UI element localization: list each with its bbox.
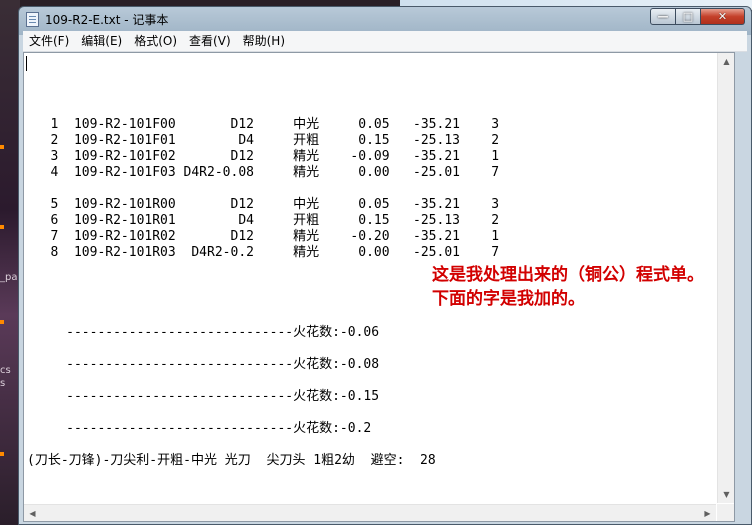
desktop-icon-marker bbox=[0, 145, 4, 149]
menu-help[interactable]: 帮助(H) bbox=[237, 31, 291, 51]
desktop-label: _pa bbox=[0, 272, 18, 283]
window-title: 109-R2-E.txt - 记事本 bbox=[45, 13, 169, 27]
menu-format[interactable]: 格式(O) bbox=[128, 31, 183, 51]
close-button[interactable]: ✕ bbox=[701, 8, 745, 25]
horizontal-scrollbar[interactable]: ◀ ▶ bbox=[24, 504, 716, 521]
maximize-button[interactable]: □ bbox=[676, 8, 701, 25]
editor-client-area: 1 109-R2-101F00 D12 中光 0.05 -35.21 3 2 1… bbox=[23, 52, 735, 522]
caption-buttons: — □ ✕ bbox=[650, 8, 745, 26]
scroll-left-arrow-icon[interactable]: ◀ bbox=[24, 505, 41, 522]
close-icon: ✕ bbox=[717, 10, 728, 23]
menu-edit[interactable]: 编辑(E) bbox=[75, 31, 128, 51]
menu-bar: 文件(F) 编辑(E) 格式(O) 查看(V) 帮助(H) bbox=[23, 31, 747, 52]
size-grip[interactable] bbox=[717, 504, 734, 521]
scroll-up-arrow-icon[interactable]: ▲ bbox=[718, 53, 735, 70]
scroll-down-arrow-icon[interactable]: ▼ bbox=[718, 486, 735, 503]
red-annotation-text: 这是我处理出来的（铜公）程式单。下面的字是我加的。 bbox=[432, 265, 704, 309]
maximize-icon: □ bbox=[682, 10, 694, 23]
title-bar[interactable]: 109-R2-E.txt - 记事本 — □ ✕ bbox=[19, 7, 751, 31]
desktop-label: cs bbox=[0, 365, 11, 376]
document-text[interactable]: 1 109-R2-101F00 D12 中光 0.05 -35.21 3 2 1… bbox=[27, 85, 499, 469]
desktop-icon-marker bbox=[0, 452, 4, 456]
menu-file[interactable]: 文件(F) bbox=[23, 31, 75, 51]
text-caret bbox=[26, 56, 27, 71]
text-editor[interactable]: 1 109-R2-101F00 D12 中光 0.05 -35.21 3 2 1… bbox=[24, 53, 716, 503]
desktop-background: _pa cs s bbox=[0, 0, 20, 525]
desktop-icon-marker bbox=[0, 225, 4, 229]
desktop-label: s bbox=[0, 378, 6, 389]
minimize-icon: — bbox=[657, 10, 669, 23]
menu-view[interactable]: 查看(V) bbox=[183, 31, 237, 51]
notepad-window: 109-R2-E.txt - 记事本 — □ ✕ 文件(F) 编辑(E) 格式(… bbox=[18, 6, 752, 525]
desktop-icon-marker bbox=[0, 320, 4, 324]
vertical-scrollbar[interactable]: ▲ ▼ bbox=[717, 53, 734, 503]
scroll-right-arrow-icon[interactable]: ▶ bbox=[699, 505, 716, 522]
minimize-button[interactable]: — bbox=[650, 8, 676, 25]
notepad-icon bbox=[26, 12, 39, 27]
